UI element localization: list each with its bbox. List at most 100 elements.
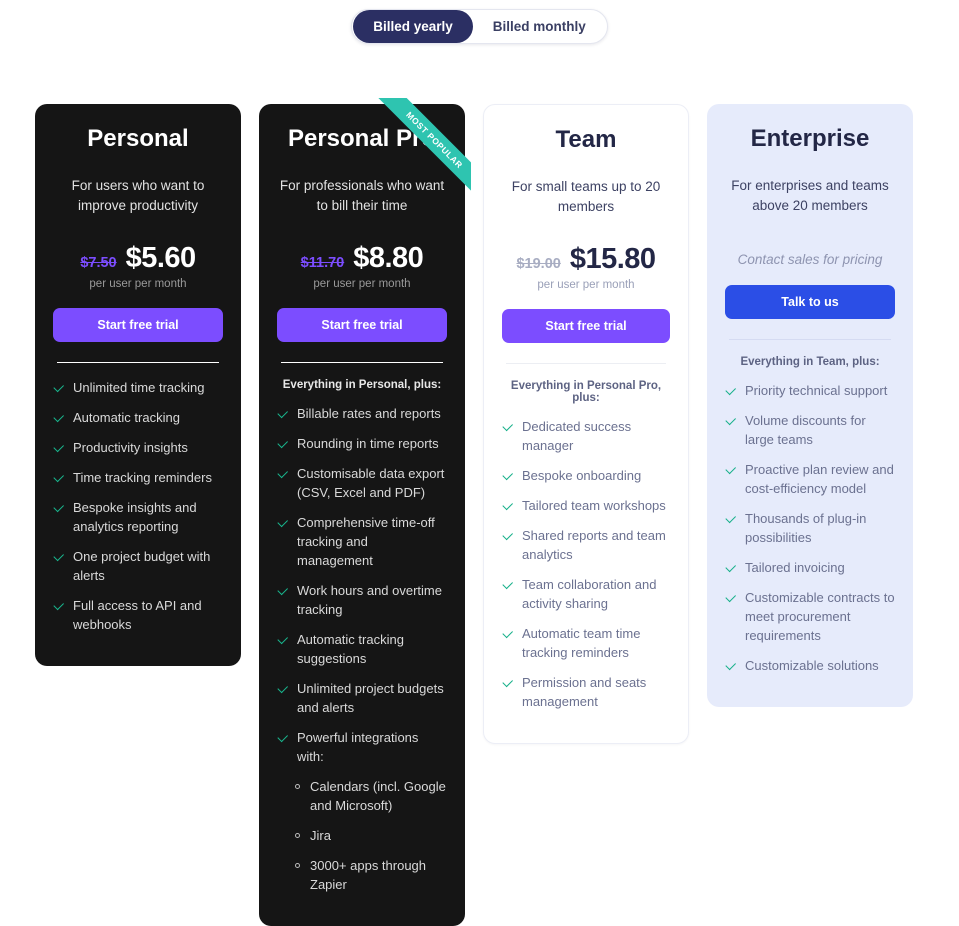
talk-to-us-button[interactable]: Talk to us [725, 285, 895, 320]
check-icon [725, 563, 736, 574]
bullet-icon [295, 783, 300, 789]
bullet-icon [295, 862, 300, 868]
pricing-card-personal: Personal For users who want to improve pr… [35, 104, 241, 667]
start-free-trial-button[interactable]: Start free trial [277, 308, 447, 343]
feature-item: Priority technical support [725, 382, 895, 401]
check-icon [277, 586, 288, 597]
feature-label: Proactive plan review and cost-efficienc… [745, 462, 894, 497]
feature-item: Tailored invoicing [725, 559, 895, 578]
feature-label: Tailored invoicing [745, 560, 845, 576]
original-price: $7.50 [80, 255, 117, 272]
feature-item: Tailored team workshops [502, 497, 670, 516]
billing-toggle[interactable]: Billed yearly Billed monthly [351, 9, 608, 44]
check-icon [277, 635, 288, 646]
plan-description: For professionals who want to bill their… [279, 178, 445, 214]
check-icon [277, 518, 288, 529]
feature-label: Tailored team workshops [522, 498, 666, 514]
feature-label: Full access to API and webhooks [73, 598, 202, 633]
plan-name: Personal [87, 125, 189, 152]
feature-item: Bespoke insights and analytics reporting [53, 499, 223, 537]
sub-feature-item: Jira [295, 827, 447, 846]
feature-label: Customizable solutions [745, 658, 879, 674]
price-row: $19.00 $15.80 [502, 243, 670, 276]
price-row: $7.50 $5.60 [53, 242, 223, 275]
feature-item: Automatic team time tracking reminders [502, 625, 670, 663]
billing-toggle-container: Billed yearly Billed monthly [0, 9, 959, 44]
feature-label: Work hours and overtime tracking [297, 583, 442, 618]
feature-label: One project budget with alerts [73, 549, 211, 584]
original-price: $11.70 [300, 255, 345, 272]
check-icon [277, 409, 288, 420]
feature-item: Proactive plan review and cost-efficienc… [725, 461, 895, 499]
price-unit-label: per user per month [89, 278, 187, 291]
current-price: $15.80 [569, 243, 656, 276]
plan-name: Team [555, 126, 617, 153]
feature-label: Automatic tracking [73, 410, 180, 426]
feature-label: Dedicated success manager [522, 419, 632, 454]
check-icon [53, 503, 64, 514]
feature-item: Dedicated success manager [502, 418, 670, 456]
check-icon [725, 465, 736, 476]
check-icon [277, 469, 288, 480]
check-icon [53, 473, 64, 484]
feature-label: Thousands of plug-in possibilities [745, 511, 867, 546]
start-free-trial-button[interactable]: Start free trial [502, 309, 670, 344]
feature-item: Comprehensive time-off tracking and mana… [277, 514, 447, 571]
feature-label: Shared reports and team analytics [522, 528, 666, 563]
feature-label: Comprehensive time-off tracking and mana… [297, 515, 435, 569]
contact-sales-note: Contact sales for pricing [737, 252, 883, 268]
feature-item: Work hours and overtime tracking [277, 582, 447, 620]
check-icon [502, 531, 513, 542]
feature-item: Unlimited time tracking [53, 379, 223, 398]
check-icon [53, 383, 64, 394]
plan-description: For users who want to improve productivi… [71, 178, 205, 214]
check-icon [53, 552, 64, 563]
bullet-icon [295, 832, 300, 838]
feature-label: Bespoke onboarding [522, 468, 642, 484]
feature-label: Automatic tracking suggestions [297, 632, 404, 667]
includes-header: Everything in Personal, plus: [282, 379, 442, 392]
feature-item: Powerful integrations with: [277, 729, 447, 767]
feature-label: Permission and seats management [522, 675, 647, 710]
billing-toggle-option-yearly[interactable]: Billed yearly [353, 10, 473, 43]
billing-toggle-option-monthly[interactable]: Billed monthly [473, 10, 606, 43]
sub-feature-list: Calendars (incl. Google and Microsoft) Ji… [295, 778, 447, 895]
pricing-cards-row: Personal For users who want to improve pr… [35, 98, 916, 926]
feature-label: Unlimited time tracking [73, 380, 205, 396]
check-icon [725, 514, 736, 525]
feature-item: Billable rates and reports [277, 405, 447, 424]
check-icon [502, 678, 513, 689]
sub-feature-label: Jira [310, 827, 331, 843]
feature-list: Billable rates and reports Rounding in ti… [277, 405, 447, 767]
feature-item: Permission and seats management [502, 674, 670, 712]
start-free-trial-button[interactable]: Start free trial [53, 308, 223, 343]
feature-item: Automatic tracking [53, 409, 223, 428]
includes-header: Everything in Personal Pro, plus: [510, 380, 662, 405]
feature-item: Automatic tracking suggestions [277, 631, 447, 669]
includes-header: Everything in Team, plus: [740, 356, 880, 369]
plan-description: For enterprises and teams above 20 membe… [731, 178, 889, 214]
feature-label: Priority technical support [745, 383, 888, 399]
original-price: $19.00 [516, 256, 561, 273]
check-icon [502, 501, 513, 512]
check-icon [502, 629, 513, 640]
plan-description: For small teams up to 20 members [511, 179, 661, 215]
feature-label: Rounding in time reports [297, 436, 439, 452]
price-unit-label: per user per month [537, 279, 635, 292]
feature-list: Unlimited time tracking Automatic trackin… [53, 379, 223, 635]
pricing-card-team: Team For small teams up to 20 members $19.… [483, 104, 689, 745]
pricing-card-enterprise: Enterprise For enterprises and teams abov… [707, 104, 913, 708]
feature-item: Customizable contracts to meet procureme… [725, 589, 895, 646]
check-icon [725, 416, 736, 427]
feature-item: Shared reports and team analytics [502, 527, 670, 565]
feature-item: Customisable data export (CSV, Excel and… [277, 465, 447, 503]
plan-name: Personal Pro [287, 125, 437, 152]
current-price: $5.60 [125, 242, 197, 275]
card-divider [281, 362, 443, 364]
feature-item: One project budget with alerts [53, 548, 223, 586]
feature-item: Rounding in time reports [277, 435, 447, 454]
price-unit-label: per user per month [313, 278, 411, 291]
feature-label: Team collaboration and activity sharing [522, 577, 657, 612]
plan-name: Enterprise [750, 125, 870, 152]
check-icon [502, 471, 513, 482]
